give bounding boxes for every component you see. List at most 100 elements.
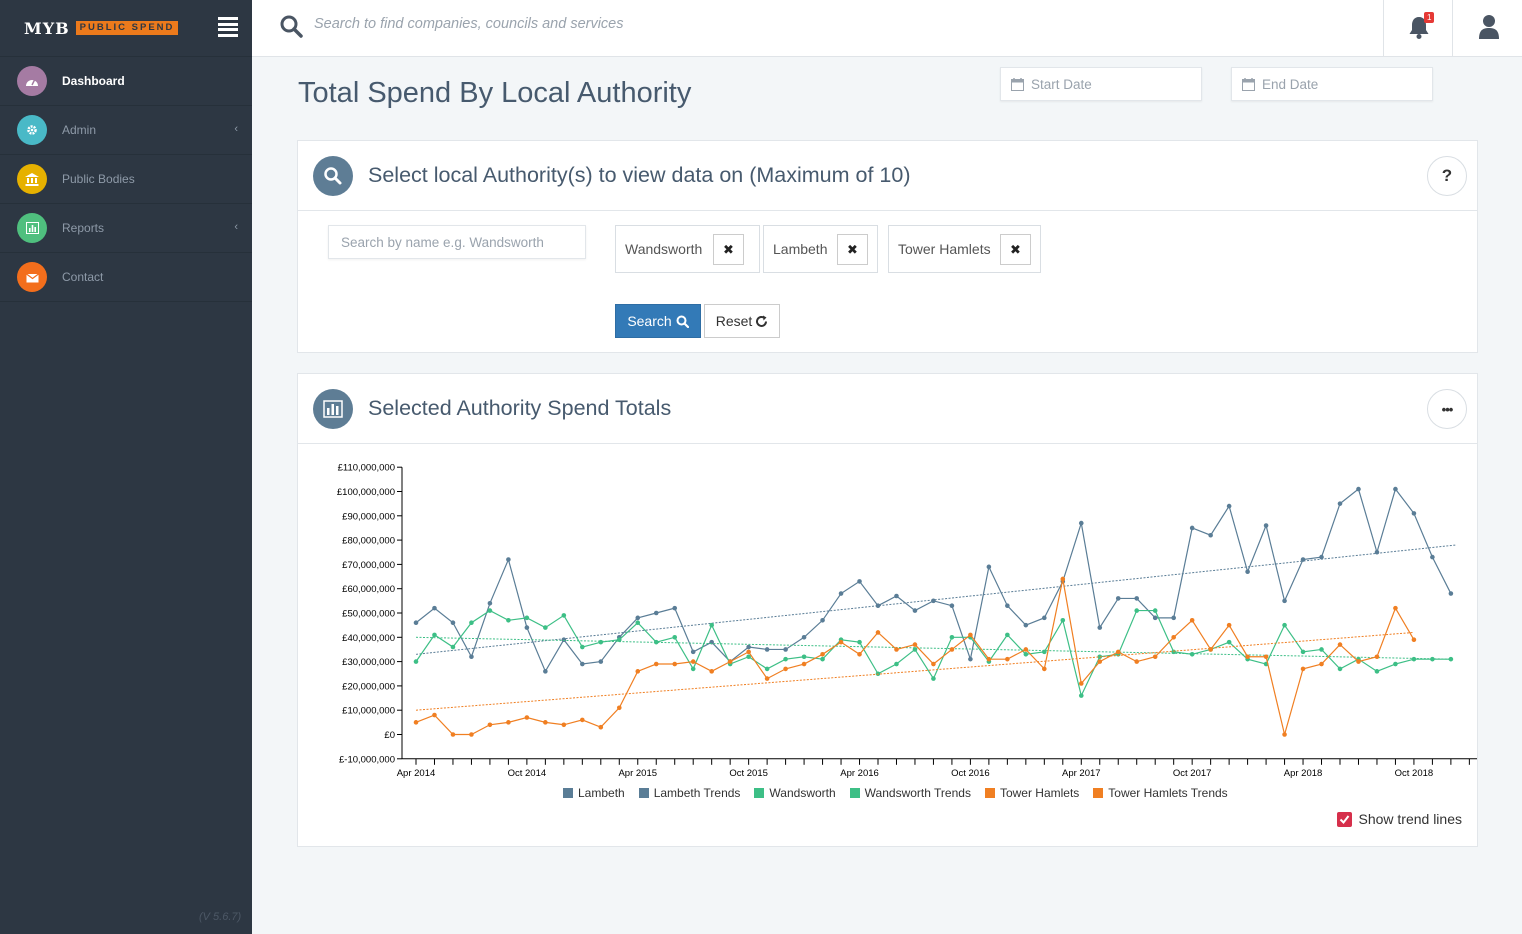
legend-item[interactable]: Wandsworth [754,786,836,800]
legend-item[interactable]: Tower Hamlets Trends [1093,786,1228,800]
help-button[interactable]: ? [1427,156,1467,196]
data-point [746,649,751,655]
data-point [1356,659,1361,664]
bar-chart-icon [17,213,47,243]
legend-item[interactable]: Wandsworth Trends [849,786,971,800]
data-point [838,639,844,645]
authority-search-input[interactable] [328,225,586,259]
search-icon[interactable] [279,14,303,38]
y-tick-label: £40,000,000 [342,633,395,644]
data-point [580,644,585,650]
data-point [543,720,548,725]
data-point [672,661,678,667]
search-button[interactable]: Search [615,304,701,338]
data-point [1189,617,1195,623]
data-point [986,564,992,570]
data-point [561,637,567,643]
legend-item[interactable]: Tower Hamlets [984,786,1080,800]
brand-logo[interactable]: MYB PUBLIC SPEND [0,0,252,57]
sidebar-item-reports[interactable]: Reports ‹ [0,204,252,253]
data-point [506,720,511,725]
x-tick-label: Apr 2016 [840,768,879,779]
data-point [487,722,493,728]
data-point [894,647,899,652]
data-point [598,724,604,730]
data-point [912,642,918,647]
data-point [506,557,511,562]
legend-label: Wandsworth [769,786,836,800]
x-tick-label: Apr 2018 [1284,768,1323,779]
legend-item[interactable]: Lambeth [563,786,625,800]
data-point [1005,656,1010,662]
hamburger-menu-icon[interactable] [218,17,238,37]
legend-item[interactable]: Lambeth Trends [638,786,740,800]
data-point [432,712,437,718]
remove-chip-button[interactable]: ✖ [837,234,868,265]
data-point [580,661,585,667]
selected-authority-chip: Lambeth ✖ [763,225,878,273]
data-point [524,615,530,621]
series-line [415,487,1452,673]
data-point [506,617,511,623]
more-options-button[interactable]: ••• [1427,389,1467,429]
data-point [469,654,474,660]
data-point [653,610,659,616]
legend-label: Tower Hamlets [999,786,1080,800]
show-trend-lines-toggle[interactable]: Show trend lines [1337,811,1462,827]
selected-authority-chip: Wandsworth ✖ [615,225,760,273]
data-point [1115,596,1121,601]
top-bar: 1 [252,0,1522,57]
calendar-icon [1011,77,1024,91]
data-point [820,652,825,657]
legend-label: Lambeth [578,786,625,800]
end-date-picker[interactable]: End Date [1231,67,1433,101]
start-date-picker[interactable]: Start Date [1000,67,1202,101]
dashboard-icon [17,66,47,96]
data-point [1097,659,1103,664]
sidebar-item-public-bodies[interactable]: Public Bodies [0,155,252,204]
data-point [1282,598,1287,604]
x-tick-label: Apr 2015 [618,768,657,779]
reset-button[interactable]: Reset [704,304,780,338]
data-point [524,625,530,630]
data-point [598,639,604,645]
data-point [1023,652,1029,657]
legend-label: Wandsworth Trends [864,786,971,800]
data-point [1411,637,1417,643]
legend-swatch [563,788,573,798]
y-tick-label: £20,000,000 [342,681,395,692]
selected-authority-chip: Tower Hamlets ✖ [888,225,1041,273]
user-icon[interactable] [1478,14,1500,40]
data-point [561,613,567,618]
checkbox-checked-icon[interactable] [1337,811,1353,827]
data-point [1152,615,1158,621]
series-line [415,609,1451,698]
data-point [931,598,936,604]
data-point [413,659,419,664]
data-point [487,600,493,606]
chip-label: Tower Hamlets [898,241,991,257]
data-point [1411,511,1417,516]
data-point [746,644,751,650]
data-point [1393,486,1398,492]
data-point [635,620,641,626]
data-point [1226,622,1232,628]
data-point [413,720,419,725]
sidebar-item-admin[interactable]: Admin ‹ [0,106,252,155]
sidebar-item-label: Public Bodies [62,172,135,186]
data-point [1319,647,1324,652]
data-point [1078,681,1084,686]
data-point [580,717,585,723]
data-point [1134,608,1140,613]
y-tick-label: £80,000,000 [342,536,395,547]
data-point [857,639,862,645]
sidebar-item-contact[interactable]: Contact [0,253,252,302]
sidebar-item-dashboard[interactable]: Dashboard [0,57,252,106]
divider [1383,0,1384,57]
data-point [672,605,678,611]
remove-chip-button[interactable]: ✖ [1000,234,1031,265]
remove-chip-button[interactable]: ✖ [713,234,744,265]
data-point [598,659,604,664]
global-search-input[interactable] [314,16,1014,32]
data-point [801,654,807,660]
